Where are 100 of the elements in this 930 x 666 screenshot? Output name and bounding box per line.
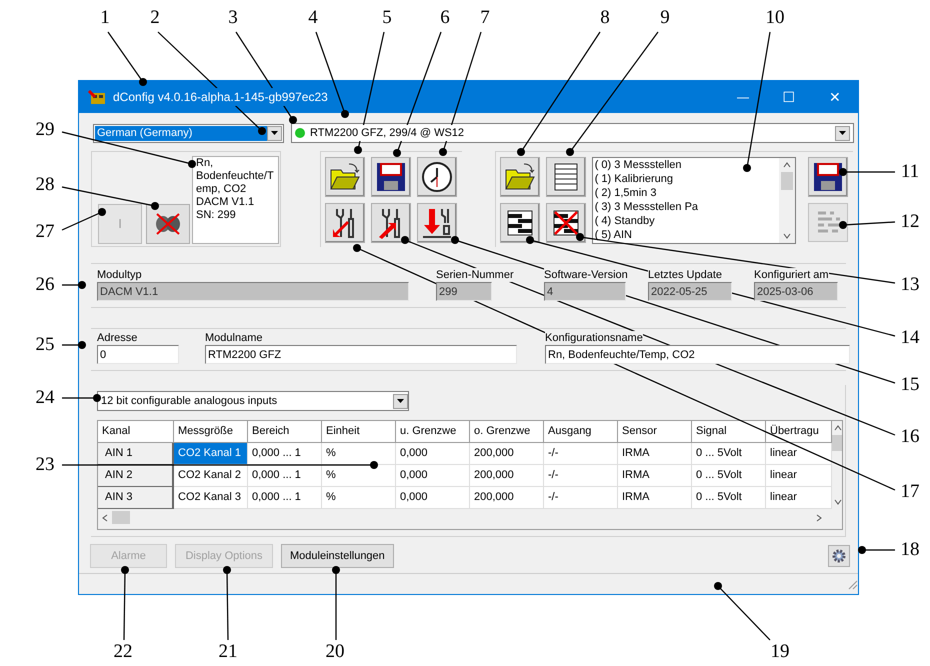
table-cell[interactable]: 0,000 ... 1 — [248, 443, 322, 465]
action-button[interactable]: Moduleinstellungen — [281, 544, 394, 568]
text-field[interactable]: RTM2200 GFZ — [205, 345, 517, 364]
read-settings-button[interactable] — [325, 203, 365, 243]
table-cell[interactable]: -/- — [544, 443, 618, 465]
table-cell[interactable]: -/- — [544, 487, 618, 509]
table-cell[interactable]: 200,000 — [470, 465, 544, 487]
list-item[interactable]: ( 4) Standby — [594, 214, 779, 228]
table-cell[interactable]: % — [322, 443, 396, 465]
field-label: Software-Version — [544, 268, 628, 282]
disconnect-button[interactable] — [146, 204, 190, 244]
callout-number: 27 — [36, 222, 54, 242]
scrollbar[interactable] — [779, 158, 795, 243]
field-label: Konfigurationsname — [545, 331, 643, 345]
table-cell[interactable]: 0 ... 5Volt — [692, 487, 766, 509]
leader-line — [62, 394, 101, 402]
leader-line — [108, 32, 147, 86]
table-cell[interactable]: linear — [766, 465, 832, 487]
table-cell[interactable]: linear — [766, 487, 832, 509]
rearrange-button[interactable] — [808, 202, 848, 242]
scrollbar-thumb[interactable] — [112, 511, 130, 524]
table-cell[interactable]: linear — [766, 443, 832, 465]
crossed-plug-icon — [153, 212, 183, 236]
device-dropdown[interactable]: RTM2200 GFZ, 299/4 @ WS12 — [291, 123, 854, 143]
field-label: Konfiguriert am — [754, 268, 829, 282]
table-cell[interactable]: 200,000 — [470, 487, 544, 509]
window-title: dConfig v4.0.16-alpha.1-145-gb997ec23 — [113, 88, 328, 106]
table-cell[interactable]: CO2 Kanal 3 — [174, 487, 248, 509]
table-cell[interactable]: CO2 Kanal 2 — [174, 465, 248, 487]
table-cell[interactable]: 0,000 ... 1 — [248, 465, 322, 487]
callout-number: 19 — [770, 642, 790, 662]
list-item[interactable]: ( 0) 3 Messstellen — [594, 158, 779, 172]
callout-number: 16 — [900, 427, 920, 447]
row-header[interactable]: AIN 3 — [98, 487, 174, 509]
close-button[interactable]: ✕ — [812, 81, 858, 113]
table-cell[interactable]: 0 ... 5Volt — [692, 465, 766, 487]
table-cell[interactable]: 0,000 — [396, 487, 470, 509]
list-button[interactable] — [546, 157, 586, 197]
column-header[interactable]: Übertragu — [766, 421, 832, 443]
table-cell[interactable]: 0,000 ... 1 — [248, 487, 322, 509]
text-field[interactable]: 4 — [544, 282, 626, 301]
table-button[interactable] — [500, 203, 540, 243]
write-settings-button[interactable] — [371, 203, 411, 243]
callout-number: 24 — [36, 388, 54, 408]
input-type-dropdown[interactable]: 12 bit configurable analogous inputs — [97, 391, 409, 411]
row-header[interactable]: AIN 2 — [98, 465, 174, 487]
text-field[interactable]: 2025-03-06 — [754, 282, 838, 301]
table-cell[interactable]: IRMA — [618, 465, 692, 487]
save-file-button[interactable] — [371, 157, 411, 197]
list-item[interactable]: ( 1) Kalibrierung — [594, 172, 779, 186]
column-header[interactable]: Ausgang — [544, 421, 618, 443]
load-file-button[interactable] — [325, 157, 365, 197]
leader-line — [839, 221, 896, 229]
callout-number: 11 — [900, 162, 920, 182]
leader-line — [858, 546, 895, 554]
callout-number: 1 — [100, 8, 110, 28]
text-field[interactable]: Rn, Bodenfeuchte/Temp, CO2 — [545, 345, 850, 364]
text-field[interactable]: 2022-05-25 — [648, 282, 732, 301]
table-cell[interactable]: 0,000 — [396, 465, 470, 487]
table-cell[interactable]: 0 ... 5Volt — [692, 443, 766, 465]
clock-button[interactable] — [417, 157, 457, 197]
delete-table-button[interactable] — [546, 203, 586, 243]
scrollbar-thumb[interactable] — [781, 172, 793, 190]
column-header[interactable]: Einheit — [322, 421, 396, 443]
callout-number: 4 — [308, 8, 318, 28]
settings-button[interactable] — [828, 545, 850, 567]
list-item[interactable]: ( 3) 3 Messstellen Pa — [594, 200, 779, 214]
column-header[interactable]: Signal — [692, 421, 766, 443]
table-cell[interactable]: 0,000 — [396, 443, 470, 465]
maximize-button[interactable]: ☐ — [766, 81, 812, 113]
reset-button[interactable] — [417, 203, 457, 243]
field-label: Serien-Nummer — [436, 268, 514, 282]
table-cell[interactable]: 200,000 — [470, 443, 544, 465]
table-cell[interactable]: % — [322, 465, 396, 487]
callout-number: 15 — [900, 375, 920, 395]
column-header[interactable]: Kanal — [98, 421, 174, 443]
callout-number: 5 — [382, 8, 392, 28]
table-cell[interactable]: % — [322, 487, 396, 509]
dropdown-value: German (Germany) — [95, 126, 267, 140]
table-cell[interactable]: IRMA — [618, 487, 692, 509]
table-cell[interactable]: CO2 Kanal 1 — [174, 443, 248, 465]
column-header[interactable]: Bereich — [248, 421, 322, 443]
scrollbar-thumb[interactable] — [832, 435, 842, 451]
column-header[interactable]: u. Grenzwe — [396, 421, 470, 443]
text-field[interactable]: DACM V1.1 — [97, 282, 409, 301]
list-item[interactable]: ( 2) 1,5min 3 — [594, 186, 779, 200]
text-field[interactable]: 0 — [97, 345, 179, 364]
save-configuration-button[interactable] — [808, 157, 848, 196]
row-header[interactable]: AIN 1 — [98, 443, 174, 465]
text-field[interactable]: 299 — [436, 282, 492, 301]
dropdown-value: RTM2200 GFZ, 299/4 @ WS12 — [310, 124, 464, 142]
column-header[interactable]: o. Grenzwe — [470, 421, 544, 443]
language-dropdown[interactable]: German (Germany) — [93, 124, 284, 142]
load-configuration-button[interactable] — [500, 157, 540, 197]
column-header[interactable]: Sensor — [618, 421, 692, 443]
minimize-button[interactable]: — — [720, 81, 766, 113]
table-cell[interactable]: -/- — [544, 465, 618, 487]
table-cell[interactable]: IRMA — [618, 443, 692, 465]
arrow-tools-icon — [421, 207, 453, 239]
column-header[interactable]: Messgröße — [174, 421, 248, 443]
